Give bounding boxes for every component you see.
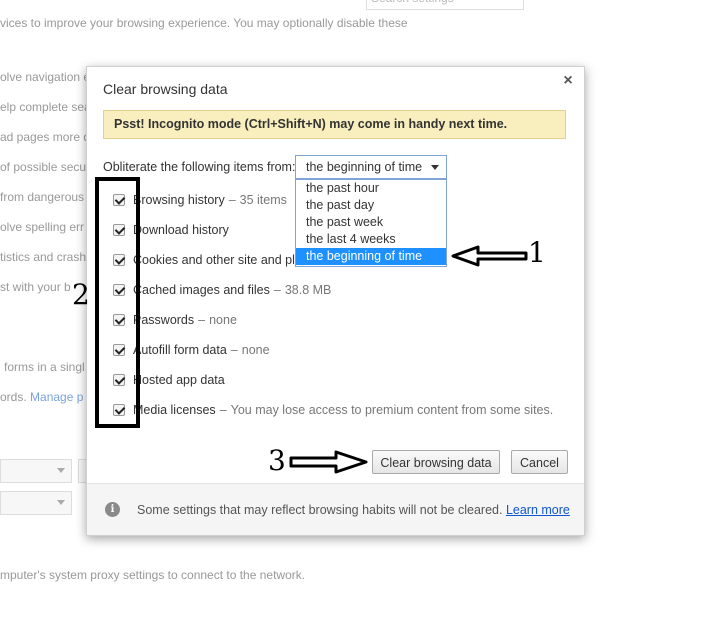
item-label: Media licenses <box>133 403 216 417</box>
item-label: Cached images and files <box>133 283 270 297</box>
bg-text-line: st with your b <box>0 280 71 294</box>
item-separator: – <box>230 343 238 357</box>
time-range-select[interactable]: the beginning of time <box>295 155 447 179</box>
bg-text-line: olve spelling err <box>0 220 85 234</box>
annotation-number-3: 3 <box>268 444 286 477</box>
learn-more-link[interactable]: Learn more <box>506 503 570 517</box>
bg-dropdown[interactable] <box>0 491 72 515</box>
bg-dropdown[interactable] <box>0 459 72 483</box>
item-text: Hosted app data <box>133 373 225 387</box>
annotation-number-2: 2 <box>72 278 90 311</box>
manage-passwords-link[interactable]: Manage p <box>30 390 83 404</box>
annotation-arrow-right-icon <box>289 450 368 474</box>
chevron-down-icon <box>57 500 65 505</box>
time-option-last-4-weeks[interactable]: the last 4 weeks <box>296 231 446 248</box>
cancel-button[interactable]: Cancel <box>511 450 568 474</box>
time-option-beginning-of-time[interactable]: the beginning of time <box>296 248 446 265</box>
dialog-title: Clear browsing data <box>103 81 228 97</box>
time-range-selected-value: the beginning of time <box>306 160 423 174</box>
chevron-down-icon <box>57 468 65 473</box>
item-detail: none <box>241 343 270 357</box>
item-label: Download history <box>133 223 229 237</box>
close-icon[interactable]: × <box>560 73 576 89</box>
item-label: Autofill form data <box>133 343 227 357</box>
bg-text-line: ords. Manage p <box>0 390 83 404</box>
item-text: Media licenses – You may lose access to pr… <box>133 403 553 417</box>
search-settings-input[interactable]: Search settings <box>366 0 524 10</box>
bg-text-line: of possible secur <box>0 160 91 174</box>
dialog-footer: i Some settings that may reflect browsin… <box>87 483 584 535</box>
bg-text-line: ad pages more q <box>0 130 91 144</box>
info-icon: i <box>105 502 120 517</box>
annotation-arrow-left-icon <box>451 245 528 267</box>
time-option-past-day[interactable]: the past day <box>296 197 446 214</box>
item-label: Passwords <box>133 313 195 327</box>
clear-browsing-data-button[interactable]: Clear browsing data <box>372 450 500 474</box>
bg-text-line: mputer's system proxy settings to connec… <box>0 568 306 582</box>
item-detail: You may lose access to premium content f… <box>230 403 554 417</box>
annotation-number-1: 1 <box>528 236 546 269</box>
item-label: Browsing history <box>133 193 225 207</box>
bg-text-line: from dangerous <box>0 190 85 204</box>
item-separator: – <box>198 313 206 327</box>
bg-text-line: olve navigation e <box>0 70 91 84</box>
time-option-past-hour[interactable]: the past hour <box>296 180 446 197</box>
item-text: Passwords – none <box>133 313 237 327</box>
time-option-past-week[interactable]: the past week <box>296 214 446 231</box>
item-text: Autofill form data – none <box>133 343 270 357</box>
item-detail: 38.8 MB <box>284 283 332 297</box>
obliterate-label: Obliterate the following items from: <box>103 160 296 174</box>
bg-text-line: elp complete sea <box>0 100 91 114</box>
time-range-dropdown: the past hour the past day the past week… <box>295 179 447 267</box>
footer-text: Some settings that may reflect browsing … <box>137 503 570 517</box>
item-label: Hosted app data <box>133 373 225 387</box>
item-detail: 35 items <box>239 193 287 207</box>
item-separator: – <box>219 403 227 417</box>
incognito-tip-banner: Psst! Incognito mode (Ctrl+Shift+N) may … <box>103 110 566 139</box>
bg-text-line: tistics and crash <box>0 250 87 264</box>
chevron-down-icon <box>431 165 439 170</box>
bg-text-passwords: ords. <box>0 390 27 404</box>
item-text: Browsing history –35 items <box>133 193 287 207</box>
item-text: Download history <box>133 223 229 237</box>
bg-text-line: forms in a singl <box>4 360 85 374</box>
item-separator: – <box>273 283 281 297</box>
footer-message: Some settings that may reflect browsing … <box>137 503 503 517</box>
annotation-checkbox-box <box>95 177 140 428</box>
item-detail: none <box>209 313 237 327</box>
item-separator: – <box>228 193 236 207</box>
bg-text-line: vices to improve your browsing experienc… <box>0 16 408 30</box>
item-text: Cached images and files –38.8 MB <box>133 283 331 297</box>
